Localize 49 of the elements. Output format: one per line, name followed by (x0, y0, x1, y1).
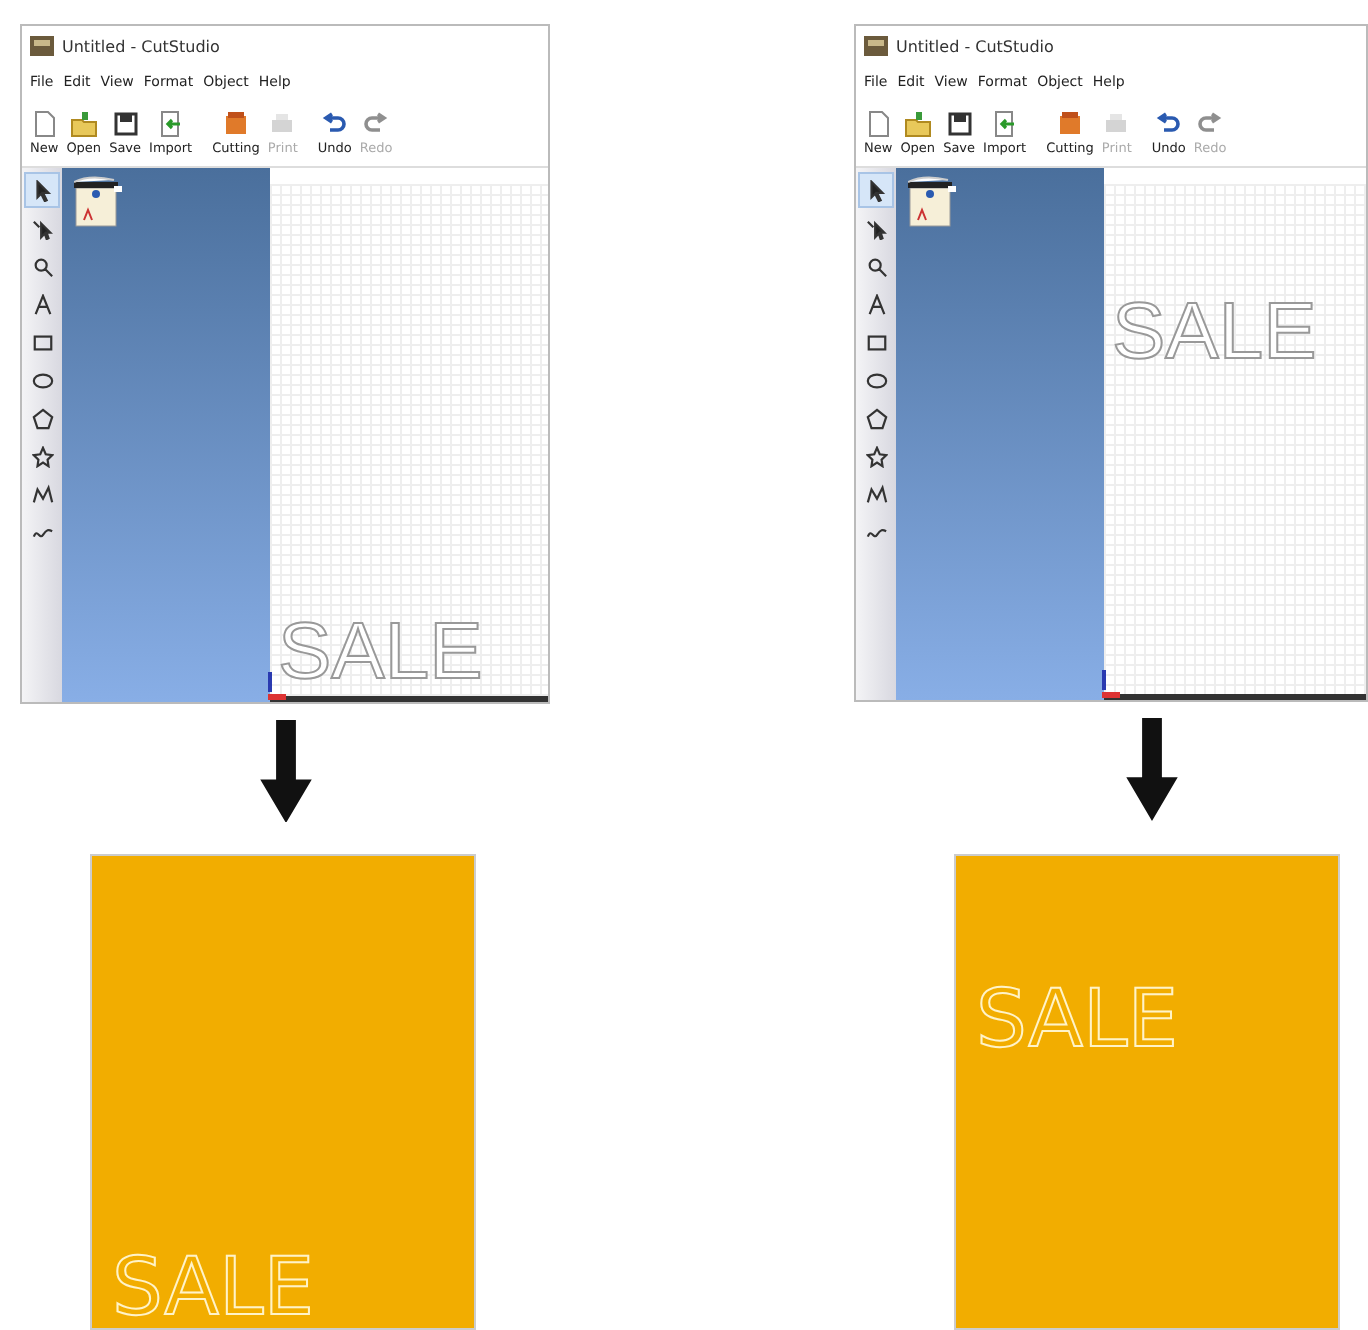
cutter-icon (1056, 109, 1085, 137)
app-icon (30, 36, 54, 56)
save-icon (111, 109, 140, 137)
outlined-text: SALE (1112, 292, 1317, 372)
star-icon (865, 445, 887, 467)
polyline-icon (865, 483, 887, 505)
tool-button[interactable] (858, 172, 894, 208)
printer-icon (268, 109, 297, 137)
text-tool-icon (31, 293, 53, 315)
zoom-icon (31, 255, 53, 277)
printer-icon (1102, 109, 1131, 137)
cutter-icon (222, 109, 251, 137)
folder-icon (69, 109, 98, 137)
redo-icon (1196, 109, 1225, 137)
origin-marker-icon (1100, 670, 1120, 699)
zoom-icon (865, 255, 887, 277)
pentagon-icon (865, 407, 887, 429)
pointer-icon (31, 179, 53, 201)
pentagon-icon (31, 407, 53, 429)
node-edit-icon (865, 217, 887, 239)
window-title: Untitled - CutStudio (896, 37, 1054, 55)
new-file-icon (864, 109, 893, 137)
rectangle-icon (31, 331, 53, 353)
cutter-drawing (908, 176, 956, 228)
down-arrow (1125, 718, 1177, 822)
tool-button[interactable] (24, 172, 60, 208)
star-icon (31, 445, 53, 467)
undo-icon (1154, 109, 1183, 137)
pointer-icon (865, 179, 887, 201)
window-title: Untitled - CutStudio (62, 37, 220, 55)
new-file-icon (30, 109, 59, 137)
rectangle-icon (865, 331, 887, 353)
down-arrow (259, 719, 311, 823)
polyline-icon (31, 483, 53, 505)
save-icon (945, 109, 974, 137)
import-icon (156, 109, 185, 137)
folder-icon (903, 109, 932, 137)
ellipse-icon (865, 369, 887, 391)
text-tool-icon (865, 293, 887, 315)
cut-outlined-text: SALE (976, 979, 1179, 1060)
ellipse-icon (31, 369, 53, 391)
app-icon (864, 36, 888, 56)
node-edit-icon (31, 217, 53, 239)
cut-outlined-text: SALE (112, 1247, 315, 1328)
cutter-drawing (74, 176, 122, 228)
undo-icon (320, 109, 349, 137)
outlined-text: SALE (278, 611, 483, 692)
import-icon (990, 109, 1019, 137)
redo-icon (362, 109, 391, 137)
